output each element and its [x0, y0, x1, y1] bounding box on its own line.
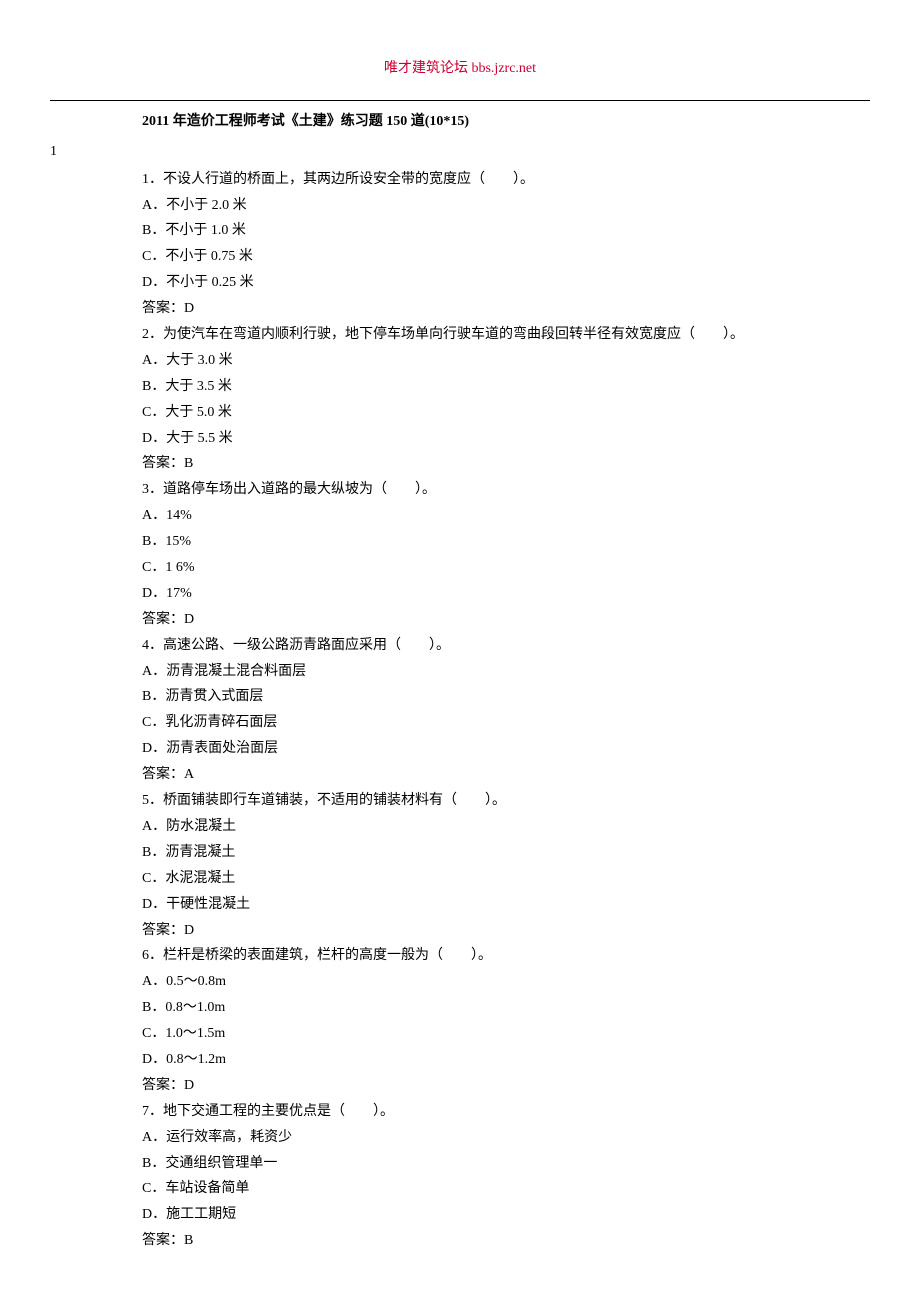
question-stem: 6．栏杆是桥梁的表面建筑，栏杆的高度一般为（ ）。 [142, 943, 870, 969]
question-block: 6．栏杆是桥梁的表面建筑，栏杆的高度一般为（ ）。A．0.5～0.8mB．0.8… [142, 943, 870, 1098]
option: A．大于 3.0 米 [142, 348, 870, 374]
option: B．沥青混凝土 [142, 840, 870, 866]
question-stem: 4．高速公路、一级公路沥青路面应采用（ ）。 [142, 633, 870, 659]
section-number: 1 [50, 139, 870, 165]
question-block: 4．高速公路、一级公路沥青路面应采用（ ）。A．沥青混凝土混合料面层B．沥青贯入… [142, 633, 870, 788]
question-block: 2．为使汽车在弯道内顺利行驶，地下停车场单向行驶车道的弯曲段回转半径有效宽度应（… [142, 322, 870, 477]
option: C．1 6% [142, 555, 870, 581]
option: C．乳化沥青碎石面层 [142, 710, 870, 736]
answer: 答案：D [142, 296, 870, 322]
option: C．大于 5.0 米 [142, 400, 870, 426]
option: D．0.8～1.2m [142, 1047, 870, 1073]
option: A．0.5～0.8m [142, 969, 870, 995]
option: D．17% [142, 581, 870, 607]
question-block: 3．道路停车场出入道路的最大纵坡为（ ）。A．14%B．15%C．1 6%D．1… [142, 477, 870, 632]
option: D．施工工期短 [142, 1202, 870, 1228]
question-stem: 3．道路停车场出入道路的最大纵坡为（ ）。 [142, 477, 870, 503]
option: D．干硬性混凝土 [142, 892, 870, 918]
option: D．大于 5.5 米 [142, 426, 870, 452]
option: B．大于 3.5 米 [142, 374, 870, 400]
answer: 答案：B [142, 451, 870, 477]
document-page: 唯才建筑论坛 bbs.jzrc.net 2011 年造价工程师考试《土建》练习题… [0, 0, 920, 1314]
option: B．不小于 1.0 米 [142, 218, 870, 244]
option: D．沥青表面处治面层 [142, 736, 870, 762]
answer: 答案：A [142, 762, 870, 788]
option: A．不小于 2.0 米 [142, 193, 870, 219]
option: A．沥青混凝土混合料面层 [142, 659, 870, 685]
question-block: 5．桥面铺装即行车道铺装，不适用的铺装材料有（ ）。A．防水混凝土B．沥青混凝土… [142, 788, 870, 943]
option: C．车站设备简单 [142, 1176, 870, 1202]
answer: 答案：D [142, 1073, 870, 1099]
option: B．0.8～1.0m [142, 995, 870, 1021]
option: B．交通组织管理单一 [142, 1151, 870, 1177]
divider [50, 100, 870, 101]
site-header: 唯才建筑论坛 bbs.jzrc.net [50, 56, 870, 82]
question-block: 1．不设人行道的桥面上，其两边所设安全带的宽度应（ ）。A．不小于 2.0 米B… [142, 167, 870, 322]
option: A．14% [142, 503, 870, 529]
option: B．15% [142, 529, 870, 555]
answer: 答案：D [142, 918, 870, 944]
option: C．不小于 0.75 米 [142, 244, 870, 270]
question-stem: 2．为使汽车在弯道内顺利行驶，地下停车场单向行驶车道的弯曲段回转半径有效宽度应（… [142, 322, 870, 348]
option: A．运行效率高，耗资少 [142, 1125, 870, 1151]
question-stem: 7．地下交通工程的主要优点是（ ）。 [142, 1099, 870, 1125]
option: C．水泥混凝土 [142, 866, 870, 892]
answer: 答案：B [142, 1228, 870, 1254]
answer: 答案：D [142, 607, 870, 633]
question-stem: 1．不设人行道的桥面上，其两边所设安全带的宽度应（ ）。 [142, 167, 870, 193]
option: A．防水混凝土 [142, 814, 870, 840]
option: C．1.0～1.5m [142, 1021, 870, 1047]
question-stem: 5．桥面铺装即行车道铺装，不适用的铺装材料有（ ）。 [142, 788, 870, 814]
question-block: 7．地下交通工程的主要优点是（ ）。A．运行效率高，耗资少B．交通组织管理单一C… [142, 1099, 870, 1254]
option: D．不小于 0.25 米 [142, 270, 870, 296]
option: B．沥青贯入式面层 [142, 684, 870, 710]
page-title: 2011 年造价工程师考试《土建》练习题 150 道(10*15) [142, 109, 870, 135]
questions-container: 1．不设人行道的桥面上，其两边所设安全带的宽度应（ ）。A．不小于 2.0 米B… [50, 167, 870, 1254]
